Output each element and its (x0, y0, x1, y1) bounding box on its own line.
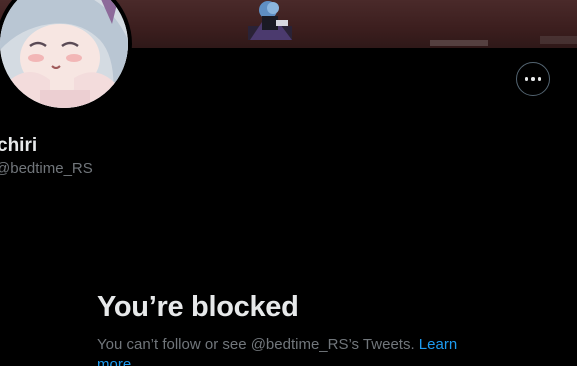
banner-figure-image (248, 1, 292, 40)
display-name: chiri (0, 135, 38, 156)
user-handle: @bedtime_RS (0, 160, 93, 177)
profile-page: chiri @bedtime_RS You’re blocked You can… (0, 0, 577, 366)
blocked-message: You can’t follow or see @bedtime_RS’s Tw… (97, 335, 477, 366)
profile-avatar[interactable] (0, 0, 132, 112)
more-options-icon (524, 77, 542, 81)
banner-detail (430, 40, 488, 46)
avatar-image (0, 0, 128, 108)
blocked-message-text: You can’t follow or see @bedtime_RS’s Tw… (97, 336, 415, 353)
more-options-button[interactable] (516, 62, 550, 96)
banner-detail (540, 36, 577, 44)
blocked-title: You’re blocked (97, 291, 299, 323)
